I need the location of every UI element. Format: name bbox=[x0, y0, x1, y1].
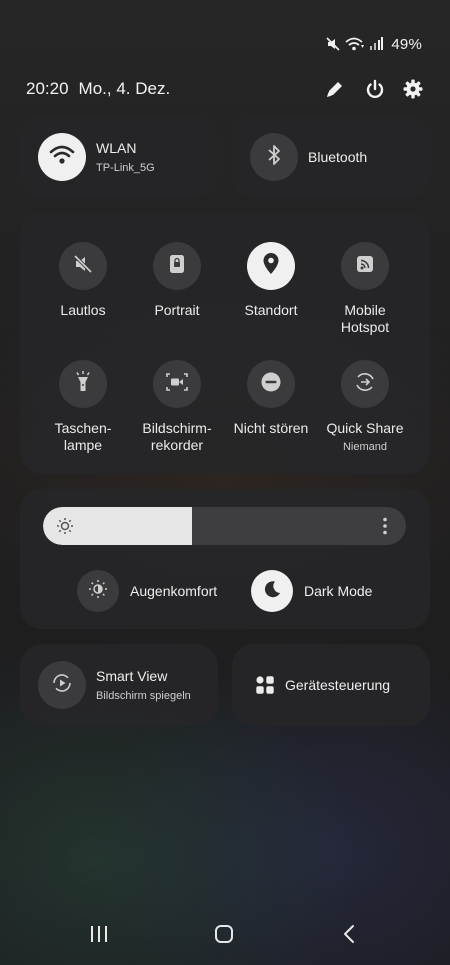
edit-icon[interactable] bbox=[322, 76, 348, 102]
tile-label: Portrait bbox=[154, 302, 200, 318]
tile-lautlos[interactable]: Lautlos bbox=[36, 242, 130, 319]
status-bar: 49% bbox=[325, 34, 422, 54]
device-control-tile[interactable]: Gerätesteuerung bbox=[232, 644, 430, 726]
mute-icon bbox=[325, 36, 341, 52]
wlan-tile[interactable]: WLAN TP-Link_5G bbox=[20, 116, 218, 198]
tile-quick-share[interactable]: Quick Share Niemand bbox=[318, 360, 412, 453]
hotspot-toggle[interactable] bbox=[341, 242, 389, 290]
flashlight-toggle[interactable] bbox=[59, 360, 107, 408]
wifi-toggle[interactable] bbox=[38, 133, 86, 181]
wlan-network-name: TP-Link_5G bbox=[96, 162, 155, 174]
brightness-icon bbox=[56, 517, 74, 539]
tile-label: Bildschirm-rekorder bbox=[142, 420, 212, 453]
dark-mode-toggle[interactable]: Dark Mode bbox=[251, 570, 401, 612]
tile-label: Taschen-lampe bbox=[54, 420, 112, 453]
wifi-icon bbox=[345, 36, 365, 52]
location-toggle[interactable] bbox=[247, 242, 295, 290]
eye-comfort-label: Augenkomfort bbox=[130, 583, 218, 599]
device-control-title: Gerätesteuerung bbox=[285, 677, 391, 693]
tile-nicht-stoeren[interactable]: Nicht stören bbox=[224, 360, 318, 437]
tile-label: Mobile Hotspot bbox=[340, 302, 390, 335]
quick-panel-header: 20:20 Mo., 4. Dez. bbox=[26, 76, 426, 102]
tile-label: Quick Share bbox=[326, 420, 404, 436]
bluetooth-title: Bluetooth bbox=[308, 149, 368, 165]
wifi-icon bbox=[49, 144, 75, 170]
portrait-lock-icon bbox=[166, 253, 188, 279]
flashlight-icon bbox=[72, 370, 94, 398]
quick-share-toggle[interactable] bbox=[341, 360, 389, 408]
mute-icon bbox=[72, 253, 94, 279]
smart-view-subtitle: Bildschirm spiegeln bbox=[96, 690, 191, 702]
rotation-toggle[interactable] bbox=[153, 242, 201, 290]
recent-apps-icon[interactable] bbox=[90, 924, 108, 948]
moon-icon bbox=[261, 578, 283, 604]
settings-icon[interactable] bbox=[400, 76, 426, 102]
battery-percentage: 49% bbox=[391, 35, 422, 53]
eye-comfort-button[interactable] bbox=[77, 570, 119, 612]
mute-toggle[interactable] bbox=[59, 242, 107, 290]
smart-view-icon bbox=[50, 671, 74, 699]
wlan-title: WLAN bbox=[96, 140, 137, 156]
tile-standort[interactable]: Standort bbox=[224, 242, 318, 319]
smart-view-tile[interactable]: Smart View Bildschirm spiegeln bbox=[20, 644, 218, 726]
tile-bildschirmrekorder[interactable]: Bildschirm-rekorder bbox=[130, 360, 224, 454]
tile-label: Standort bbox=[244, 302, 298, 318]
bluetooth-tile[interactable]: Bluetooth bbox=[232, 116, 430, 198]
bluetooth-toggle[interactable] bbox=[250, 133, 298, 181]
clock: 20:20 bbox=[26, 79, 69, 98]
bluetooth-icon bbox=[265, 143, 283, 171]
back-icon[interactable] bbox=[342, 924, 356, 948]
eye-comfort-icon bbox=[87, 578, 109, 604]
tile-sublabel: Niemand bbox=[342, 441, 388, 453]
power-icon[interactable] bbox=[362, 76, 388, 102]
brightness-slider[interactable] bbox=[43, 507, 406, 545]
dark-mode-label: Dark Mode bbox=[304, 583, 373, 599]
tile-label: Lautlos bbox=[60, 302, 106, 318]
smart-view-button[interactable] bbox=[38, 661, 86, 709]
tile-taschenlampe[interactable]: Taschen-lampe bbox=[36, 360, 130, 454]
quick-settings-grid: Lautlos Portrait Standort MobileHotspot bbox=[20, 212, 430, 474]
eye-comfort-toggle[interactable]: Augenkomfort bbox=[77, 570, 237, 612]
home-icon[interactable] bbox=[214, 924, 234, 948]
tile-label: Nicht stören bbox=[233, 420, 309, 436]
dnd-toggle[interactable] bbox=[247, 360, 295, 408]
hotspot-icon bbox=[354, 253, 376, 279]
dark-mode-button[interactable] bbox=[251, 570, 293, 612]
location-icon bbox=[260, 252, 282, 280]
tile-mobile-hotspot[interactable]: Mobile Hotspot bbox=[318, 242, 412, 336]
navigation-bar bbox=[0, 907, 450, 965]
device-control-icon bbox=[255, 675, 275, 699]
screen-recorder-toggle[interactable] bbox=[153, 360, 201, 408]
signal-icon bbox=[369, 37, 384, 51]
do-not-disturb-icon bbox=[260, 371, 282, 397]
tile-portrait[interactable]: Portrait bbox=[130, 242, 224, 319]
more-options-icon[interactable] bbox=[382, 517, 388, 539]
date: Mo., 4. Dez. bbox=[78, 79, 171, 98]
quick-share-icon bbox=[353, 370, 377, 398]
smart-view-title: Smart View bbox=[96, 668, 168, 684]
screen-recorder-icon bbox=[165, 371, 189, 397]
